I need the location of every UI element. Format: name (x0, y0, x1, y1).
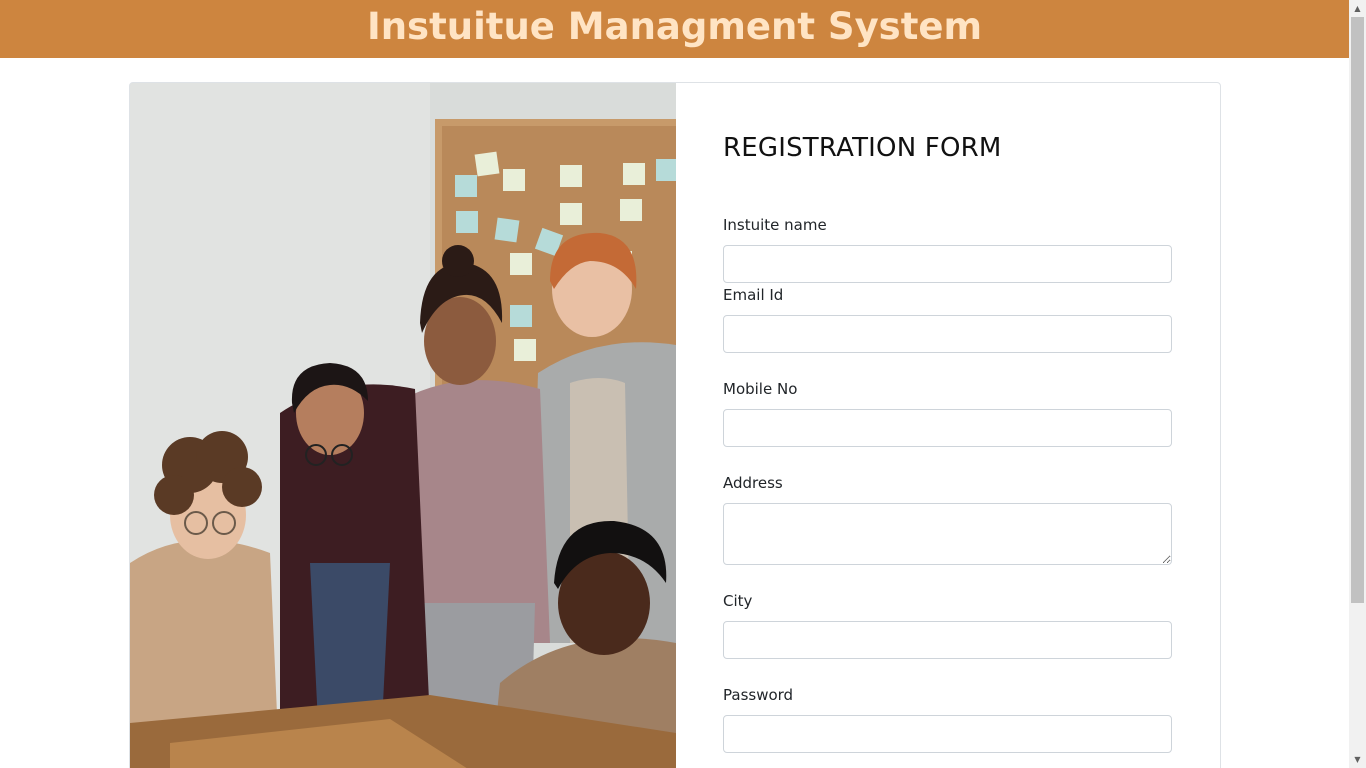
app-header: Instuitue Managment System (0, 0, 1349, 58)
page: Instuitue Managment System REGISTRATION … (0, 0, 1366, 768)
app-title: Instuitue Managment System (366, 4, 983, 48)
vertical-scrollbar[interactable]: ▲ ▼ (1349, 0, 1366, 768)
email-label: Email Id (723, 286, 784, 304)
hero-photo (130, 83, 676, 768)
form-title: REGISTRATION FORM (723, 133, 1002, 163)
mobile-input[interactable] (723, 409, 1172, 447)
email-input[interactable] (723, 315, 1172, 353)
registration-form: REGISTRATION FORM Instuite name Email Id… (676, 83, 1220, 768)
address-label: Address (723, 474, 783, 492)
password-label: Password (723, 686, 794, 704)
city-input[interactable] (723, 621, 1172, 659)
triangle-up-icon[interactable]: ▲ (1349, 0, 1366, 17)
institute-name-label: Instuite name (723, 216, 827, 234)
institute-name-input[interactable] (723, 245, 1172, 283)
password-input[interactable] (723, 715, 1172, 753)
mobile-label: Mobile No (723, 380, 798, 398)
triangle-down-icon[interactable]: ▼ (1349, 751, 1366, 768)
scrollbar-thumb[interactable] (1351, 17, 1364, 603)
city-label: City (723, 592, 753, 610)
address-textarea[interactable] (723, 503, 1172, 565)
registration-card: REGISTRATION FORM Instuite name Email Id… (129, 82, 1221, 768)
